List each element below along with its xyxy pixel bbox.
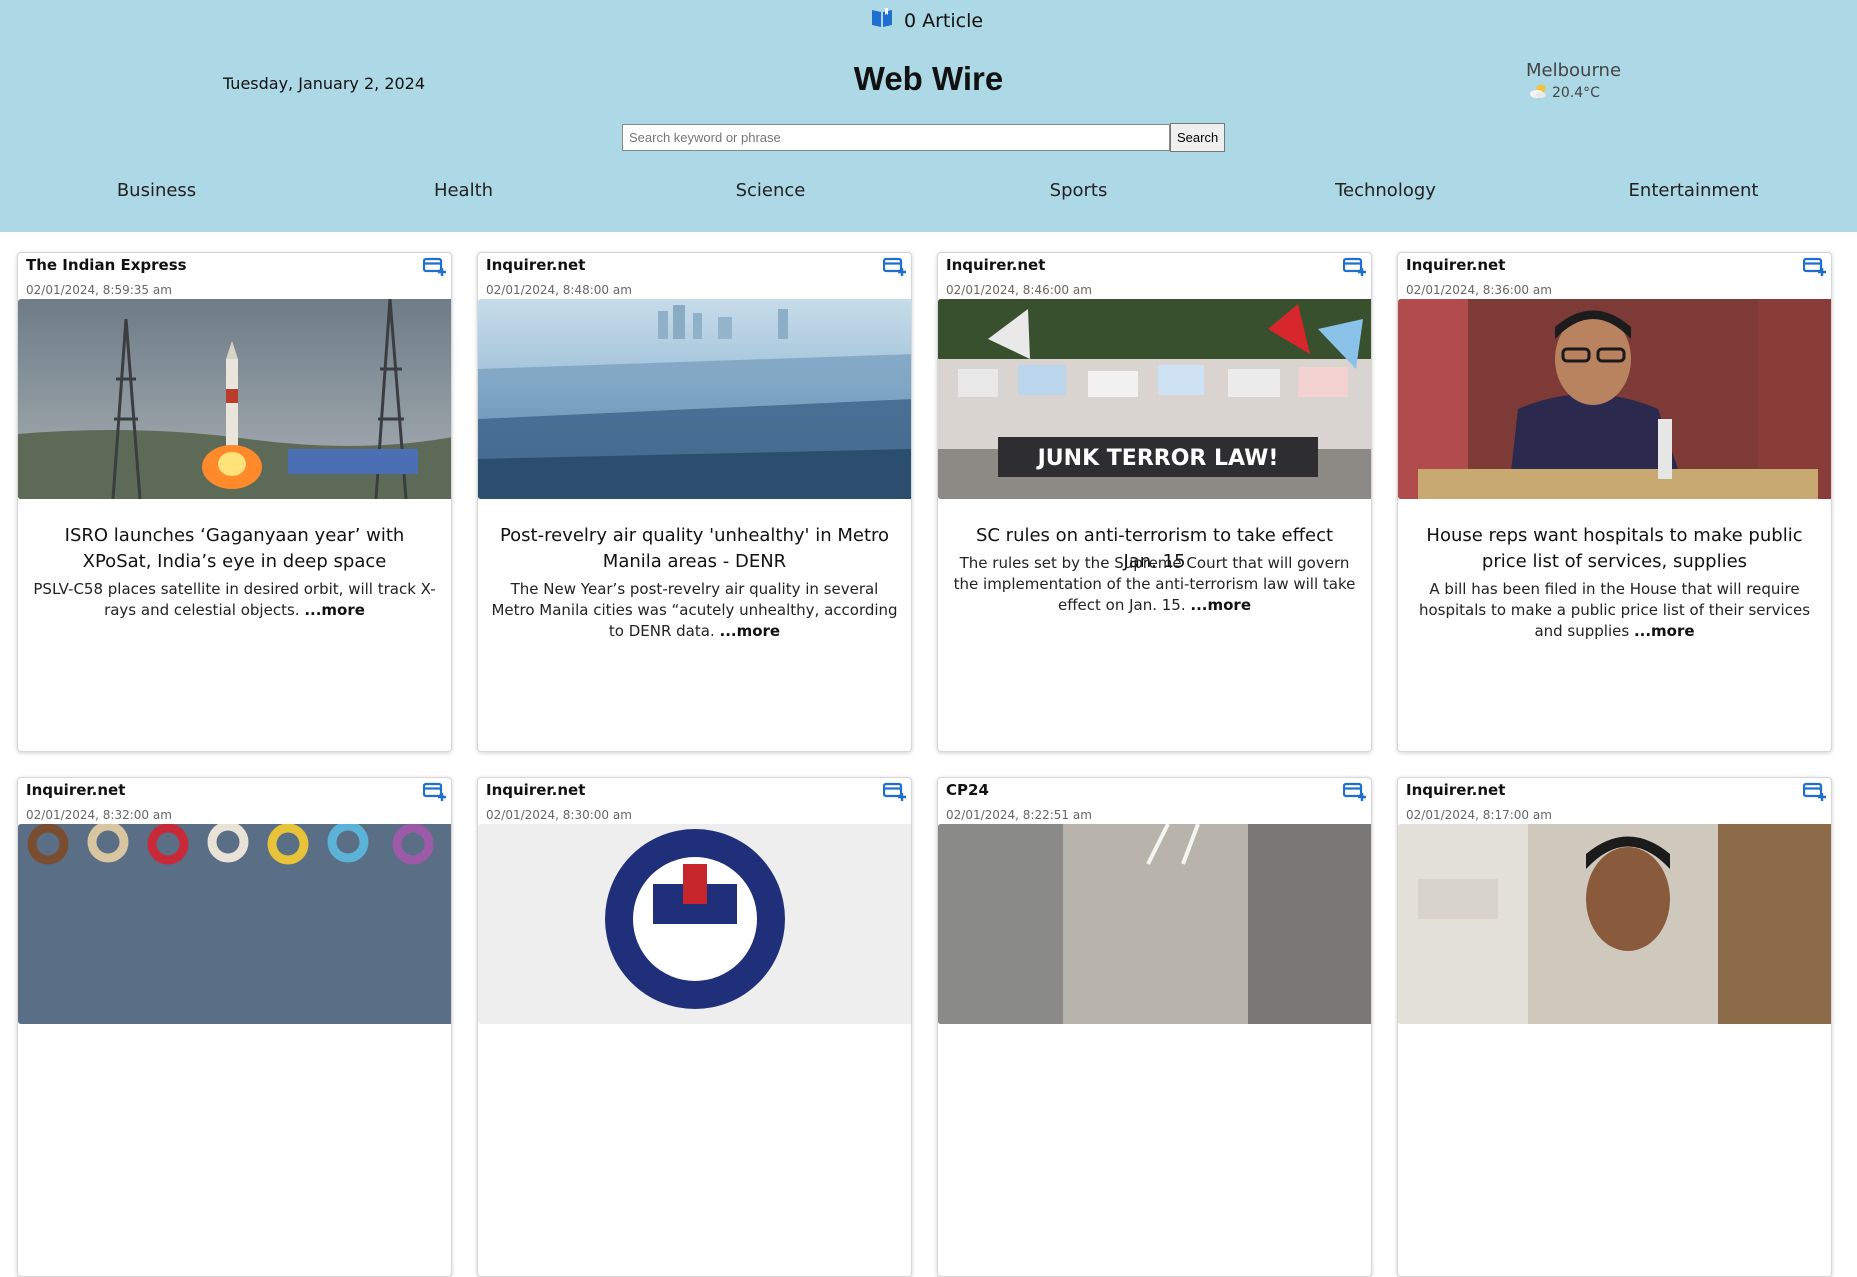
- article-image-lawmaker-at-hearing[interactable]: [1398, 299, 1831, 499]
- article-summary: PSLV-C58 places satellite in desired orb…: [28, 579, 441, 621]
- article-image-protest-march[interactable]: JUNK TERROR LAW!: [938, 299, 1371, 499]
- search-form: Search: [622, 123, 1226, 152]
- weather-temperature: 20.4°C: [1552, 85, 1600, 101]
- article-time: 02/01/2024, 8:48:00 am: [486, 283, 632, 297]
- article-source: Inquirer.net: [486, 781, 586, 799]
- add-to-list-icon[interactable]: [1342, 782, 1367, 802]
- article-image-rocket-launch[interactable]: [18, 299, 451, 499]
- nav-business[interactable]: Business: [3, 180, 310, 201]
- nav-sports[interactable]: Sports: [925, 180, 1232, 201]
- read-more-link[interactable]: ...more: [720, 622, 781, 640]
- article-image-hazy-city[interactable]: [478, 299, 911, 499]
- add-to-list-icon[interactable]: [1802, 257, 1827, 277]
- article-card[interactable]: Inquirer.net 02/01/2024, 8:32:00 am: [17, 777, 452, 1277]
- article-card[interactable]: Inquirer.net 02/01/2024, 8:48:00 am Post…: [477, 252, 912, 752]
- article-title[interactable]: House reps want hospitals to make public…: [1418, 523, 1811, 575]
- add-to-list-icon[interactable]: [1342, 257, 1367, 277]
- nav-entertainment[interactable]: Entertainment: [1540, 180, 1847, 201]
- add-to-list-icon[interactable]: [882, 257, 907, 277]
- article-time: 02/01/2024, 8:32:00 am: [26, 808, 172, 822]
- article-card[interactable]: Inquirer.net 02/01/2024, 8:30:00 am: [477, 777, 912, 1277]
- saved-articles-link[interactable]: 0 Article: [870, 6, 983, 35]
- add-to-list-icon[interactable]: [1802, 782, 1827, 802]
- read-more-link[interactable]: ...more: [1190, 596, 1251, 614]
- add-to-list-icon[interactable]: [422, 257, 447, 277]
- read-more-link[interactable]: ...more: [304, 601, 365, 619]
- article-time: 02/01/2024, 8:36:00 am: [1406, 283, 1552, 297]
- article-summary-text: The New Year’s post-revelry air quality …: [491, 580, 898, 640]
- saved-count: 0 Article: [904, 9, 984, 32]
- article-card[interactable]: CP24 02/01/2024, 8:22:51 am: [937, 777, 1372, 1277]
- article-summary: A bill has been filed in the House that …: [1408, 579, 1821, 642]
- weather-city: Melbourne: [1526, 60, 1622, 81]
- article-source: CP24: [946, 781, 989, 799]
- article-summary-text: PSLV-C58 places satellite in desired orb…: [33, 580, 436, 619]
- weather-widget: Melbourne 20.4°C: [1526, 60, 1622, 103]
- article-time: 02/01/2024, 8:17:00 am: [1406, 808, 1552, 822]
- article-image-crowded-hallway[interactable]: [938, 824, 1371, 1024]
- nav-health[interactable]: Health: [310, 180, 617, 201]
- article-image-beaded-bracelets[interactable]: [18, 824, 451, 1024]
- article-source: Inquirer.net: [1406, 256, 1506, 274]
- nav-technology[interactable]: Technology: [1232, 180, 1539, 201]
- article-image-government-seal[interactable]: [478, 824, 911, 1024]
- article-time: 02/01/2024, 8:46:00 am: [946, 283, 1092, 297]
- article-time: 02/01/2024, 8:22:51 am: [946, 808, 1092, 822]
- article-image-man-portrait[interactable]: [1398, 824, 1831, 1024]
- category-nav: Business Health Science Sports Technolog…: [0, 180, 1857, 204]
- article-time: 02/01/2024, 8:59:35 am: [26, 283, 172, 297]
- nav-science[interactable]: Science: [617, 180, 924, 201]
- article-source: Inquirer.net: [946, 256, 1046, 274]
- article-time: 02/01/2024, 8:30:00 am: [486, 808, 632, 822]
- article-source: Inquirer.net: [26, 781, 126, 799]
- article-summary: The New Year’s post-revelry air quality …: [488, 579, 901, 642]
- article-summary-text: A bill has been filed in the House that …: [1418, 580, 1811, 640]
- article-card[interactable]: Inquirer.net 02/01/2024, 8:46:00 am JUNK…: [937, 252, 1372, 752]
- article-card[interactable]: Inquirer.net 02/01/2024, 8:17:00 am: [1397, 777, 1832, 1277]
- article-summary-text: The rules set by the Supreme Court that …: [953, 554, 1356, 614]
- add-to-list-icon[interactable]: [422, 782, 447, 802]
- read-more-link[interactable]: ...more: [1634, 622, 1695, 640]
- article-card[interactable]: Inquirer.net 02/01/2024, 8:36:00 am Hous…: [1397, 252, 1832, 752]
- article-source: The Indian Express: [26, 256, 187, 274]
- partly-cloudy-icon: [1529, 83, 1549, 103]
- article-source: Inquirer.net: [1406, 781, 1506, 799]
- protest-banner-text: JUNK TERROR LAW!: [1036, 446, 1279, 471]
- search-input[interactable]: [622, 124, 1170, 151]
- article-title[interactable]: Post-revelry air quality 'unhealthy' in …: [498, 523, 891, 575]
- add-to-list-icon[interactable]: [882, 782, 907, 802]
- book-icon: [870, 6, 894, 35]
- article-source: Inquirer.net: [486, 256, 586, 274]
- article-summary: The rules set by the Supreme Court that …: [948, 553, 1361, 616]
- article-title[interactable]: ISRO launches ‘Gaganyaan year’ with XPoS…: [38, 523, 431, 575]
- search-button[interactable]: Search: [1170, 123, 1226, 152]
- article-card[interactable]: The Indian Express 02/01/2024, 8:59:35 a…: [17, 252, 452, 752]
- site-header: 0 Article Tuesday, January 2, 2024 Web W…: [0, 0, 1857, 232]
